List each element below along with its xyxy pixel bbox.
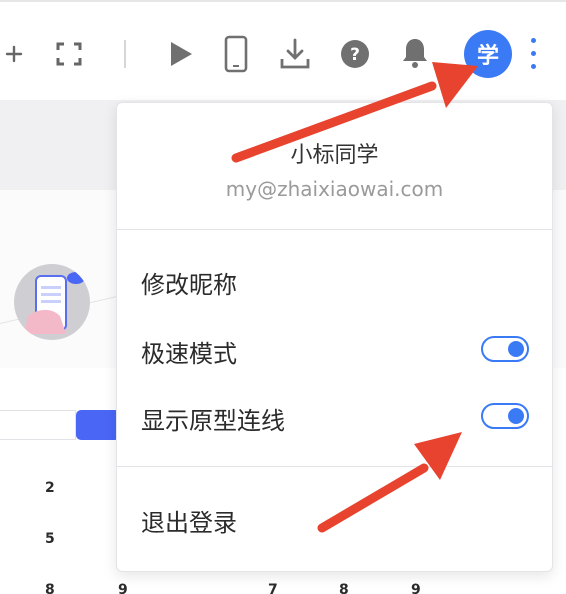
more-vertical-icon[interactable] xyxy=(526,38,540,72)
toggle-knob xyxy=(508,408,524,424)
table-cell: 9 xyxy=(411,582,421,594)
user-email: my@zhaixiaowai.com xyxy=(225,177,444,201)
table-button[interactable] xyxy=(76,410,120,440)
table-cell: 8 xyxy=(339,582,349,594)
user-dropdown-menu: 小标同学 my@zhaixiaowai.com 修改昵称 极速模式 显示原型连线… xyxy=(116,102,553,572)
svg-text:?: ? xyxy=(350,45,360,65)
prototype-links-toggle[interactable] xyxy=(481,403,529,429)
fullscreen-icon[interactable] xyxy=(54,40,84,68)
top-toolbar: ? 学 xyxy=(0,0,566,100)
download-icon[interactable] xyxy=(278,36,312,72)
user-nickname: 小标同学 xyxy=(290,143,379,168)
phone-illustration xyxy=(14,264,90,340)
plus-icon[interactable] xyxy=(2,42,26,66)
menu-divider xyxy=(117,466,552,467)
edit-nickname-item[interactable]: 修改昵称 xyxy=(141,265,237,300)
help-icon[interactable]: ? xyxy=(339,38,371,70)
fast-mode-item[interactable]: 极速模式 xyxy=(141,334,237,369)
table-cell: 9 xyxy=(118,582,128,594)
table-cell: 2 xyxy=(45,480,55,496)
toggle-knob xyxy=(508,341,524,357)
toolbar-divider xyxy=(124,40,126,68)
play-icon[interactable] xyxy=(166,38,196,70)
bell-icon[interactable] xyxy=(398,35,432,71)
menu-divider xyxy=(117,229,552,230)
table-cell: 8 xyxy=(45,582,55,594)
table-input[interactable] xyxy=(0,410,76,440)
logout-item[interactable]: 退出登录 xyxy=(141,503,237,538)
user-avatar[interactable]: 学 xyxy=(464,30,512,78)
table-cell: 7 xyxy=(268,582,278,594)
show-prototype-links-item[interactable]: 显示原型连线 xyxy=(141,401,285,436)
mobile-device-icon[interactable] xyxy=(222,34,250,74)
table-cell: 5 xyxy=(45,531,55,547)
fast-mode-toggle[interactable] xyxy=(481,336,529,362)
